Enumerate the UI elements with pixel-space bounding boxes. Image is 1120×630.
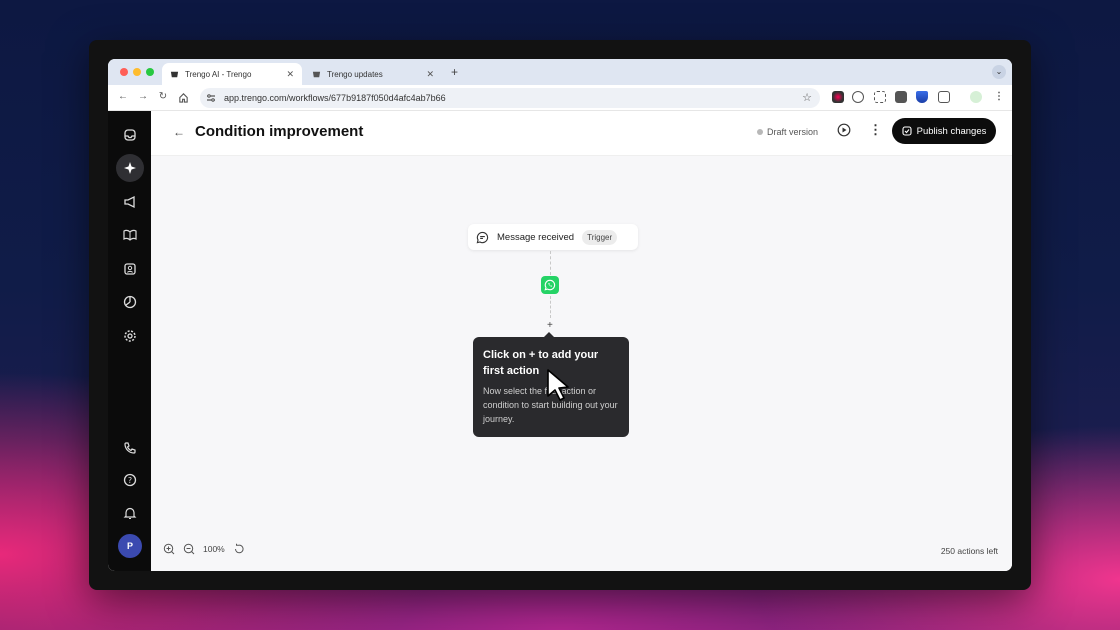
browser-window: Trengo AI - Trengo ✕ Trengo updates ✕ + … (108, 59, 1012, 571)
page-title: Condition improvement (195, 123, 364, 140)
sidebar-item-ai[interactable] (116, 154, 144, 182)
status-badge: Draft version (757, 127, 818, 137)
trengo-favicon-icon (170, 71, 179, 77)
tab-title: Trengo updates (327, 69, 383, 79)
address-bar[interactable]: app.trengo.com/workflows/677b9187f050d4a… (200, 88, 820, 108)
sidebar-item-help[interactable]: ? (116, 466, 144, 494)
publish-label: Publish changes (916, 125, 987, 137)
more-options-icon[interactable]: ⋮ (869, 122, 882, 138)
extensions-puzzle-icon[interactable] (938, 91, 950, 103)
sidebar-item-settings[interactable] (116, 322, 144, 350)
trengo-favicon-icon (312, 71, 321, 77)
trengo-app: ? P ← Condition improvement Draft versio… (108, 111, 1012, 571)
bookmark-star-icon[interactable]: ☆ (802, 91, 812, 104)
whatsapp-icon (544, 279, 556, 291)
trigger-label: Message received (497, 231, 575, 243)
browser-toolbar: ← → ↻ app.trengo.com/workflows/677b9187f… (108, 85, 1012, 111)
zoom-out-icon[interactable] (183, 543, 195, 555)
reports-icon (123, 295, 137, 309)
tab-search-button[interactable]: ⌄ (992, 65, 1006, 79)
actions-left-counter: 250 actions left (940, 546, 998, 556)
minimize-window-button[interactable] (133, 68, 141, 76)
bell-icon (123, 507, 137, 519)
extension-icon[interactable] (832, 91, 844, 103)
inbox-icon (124, 129, 136, 141)
home-icon[interactable] (178, 92, 189, 103)
tab-trengo-ai[interactable]: Trengo AI - Trengo ✕ (162, 63, 302, 85)
forward-icon[interactable]: → (136, 91, 150, 102)
draft-label: Draft version (767, 127, 819, 137)
sidebar-item-phone[interactable] (116, 434, 144, 462)
tab-strip: Trengo AI - Trengo ✕ Trengo updates ✕ + … (108, 59, 1012, 85)
ai-sparkle-icon (124, 162, 136, 174)
megaphone-icon (124, 195, 135, 209)
extension-icon[interactable] (895, 91, 907, 103)
site-settings-icon[interactable] (206, 93, 216, 103)
url-text: app.trengo.com/workflows/677b9187f050d4a… (224, 93, 446, 103)
browser-menu-icon[interactable]: ⋮ (992, 91, 1006, 102)
sidebar-item-broadcast[interactable] (116, 188, 144, 216)
close-tab-icon[interactable]: ✕ (426, 69, 434, 80)
settings-icon (124, 330, 136, 342)
tab-trengo-updates[interactable]: Trengo updates ✕ (304, 63, 442, 85)
screenshot-extension-icon[interactable] (874, 91, 886, 103)
zoom-in-icon[interactable] (163, 543, 175, 555)
reset-zoom-icon[interactable] (233, 543, 245, 555)
back-arrow-icon[interactable]: ← (173, 125, 185, 139)
sidebar-item-contacts[interactable] (116, 255, 144, 283)
connector-line (550, 251, 551, 275)
tab-title: Trengo AI - Trengo (185, 69, 252, 79)
extension-icon[interactable] (852, 91, 864, 103)
sidebar: ? P (108, 111, 151, 571)
workflow-canvas[interactable]: Message received Trigger + Click on + to… (151, 156, 1012, 571)
sidebar-item-knowledge[interactable] (116, 221, 144, 249)
mouse-cursor-icon (547, 369, 569, 401)
sidebar-item-reports[interactable] (116, 288, 144, 316)
draft-status-dot (757, 129, 763, 135)
help-icon: ? (123, 473, 137, 487)
publish-changes-button[interactable]: Publish changes (892, 118, 996, 144)
add-action-button[interactable]: + (547, 320, 553, 331)
sidebar-item-inbox[interactable] (116, 121, 144, 149)
svg-text:?: ? (128, 476, 132, 485)
workflow-header: ← Condition improvement Draft version ⋮ … (151, 111, 1012, 156)
reload-icon[interactable]: ↻ (156, 91, 170, 102)
play-icon[interactable] (837, 123, 851, 137)
connector-line (550, 296, 551, 318)
whatsapp-node[interactable] (541, 276, 559, 294)
trigger-node[interactable]: Message received Trigger (468, 224, 638, 250)
extension-icon[interactable] (916, 91, 928, 103)
avatar[interactable]: P (118, 534, 142, 558)
chat-bubble-icon (476, 231, 489, 243)
trigger-badge: Trigger (582, 229, 618, 245)
zoom-level: 100% (203, 544, 225, 554)
sidebar-item-notifications[interactable] (116, 499, 144, 527)
phone-icon (124, 442, 136, 454)
book-icon (123, 229, 137, 241)
contacts-icon (124, 263, 136, 275)
profile-icon[interactable] (970, 91, 982, 103)
maximize-window-button[interactable] (146, 68, 154, 76)
check-square-icon (902, 126, 912, 136)
zoom-controls: 100% (163, 543, 245, 555)
back-icon[interactable]: ← (116, 91, 130, 102)
new-tab-button[interactable]: + (451, 65, 458, 79)
close-tab-icon[interactable]: ✕ (286, 69, 294, 80)
close-window-button[interactable] (120, 68, 128, 76)
